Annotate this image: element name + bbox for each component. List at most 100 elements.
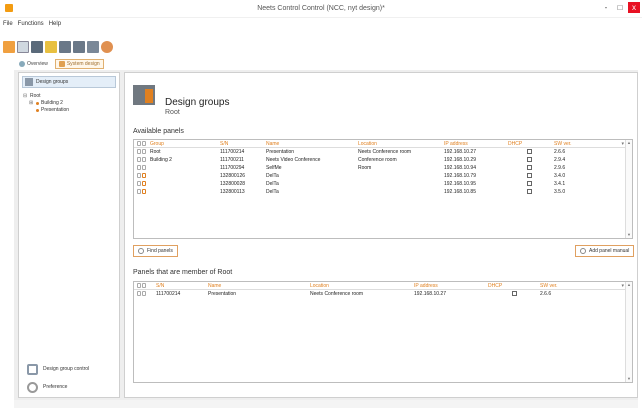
col-name[interactable]: Name — [266, 140, 279, 148]
scroll-up-icon[interactable]: ▲ — [626, 140, 632, 146]
dhcp-checkbox[interactable] — [527, 189, 532, 194]
panel-icon — [137, 157, 141, 162]
open-icon[interactable] — [17, 41, 29, 53]
window-title: Neets Control Control (NCC, nyt design)* — [257, 5, 385, 12]
close-button[interactable]: x — [628, 2, 640, 13]
panel-icon — [142, 149, 147, 154]
filter-icon[interactable] — [142, 283, 147, 288]
dhcp-checkbox[interactable] — [527, 173, 532, 178]
col-ip[interactable]: IP address — [444, 140, 468, 148]
tree-node-presentation[interactable]: Presentation — [23, 107, 115, 114]
col-location[interactable]: Location — [310, 282, 329, 290]
tools-icon[interactable] — [101, 41, 113, 53]
group-control-icon — [27, 363, 38, 375]
maximize-button[interactable]: □ — [614, 2, 626, 13]
panel-icon[interactable] — [87, 41, 99, 53]
warning-icon — [142, 173, 147, 178]
panel-icon — [137, 291, 141, 296]
col-swver[interactable]: SW ver. — [554, 140, 572, 148]
col-dhcp[interactable]: DHCP — [508, 140, 522, 148]
design-groups-header[interactable]: Design groups — [22, 76, 116, 88]
view-icon[interactable] — [137, 283, 141, 288]
available-panels-title: Available panels — [133, 128, 184, 135]
toolbar — [3, 38, 113, 56]
main-panel: Design groups Root Available panels Grou… — [124, 72, 638, 398]
dhcp-checkbox[interactable] — [527, 181, 532, 186]
col-sn[interactable]: S/N — [220, 140, 228, 148]
wizard-icon[interactable] — [45, 41, 57, 53]
member-panels-grid: S/N Name Location IP address DHCP SW ver… — [133, 281, 633, 383]
table-row[interactable]: 132800028 DelTa 192.168.10.95 3.4.1 — [134, 180, 632, 188]
view-icon[interactable] — [137, 141, 141, 146]
dhcp-checkbox[interactable] — [512, 291, 517, 296]
vertical-scrollbar[interactable]: ▲ ▼ — [625, 282, 632, 382]
add-panel-icon — [580, 248, 586, 254]
col-group[interactable]: Group — [150, 140, 164, 148]
scroll-down-icon[interactable]: ▼ — [626, 232, 632, 238]
table-row[interactable]: Root 111700214 Presentation Neets Confer… — [134, 148, 632, 156]
filter-icon[interactable] — [142, 141, 147, 146]
col-sn[interactable]: S/N — [156, 282, 164, 290]
download-icon[interactable] — [73, 41, 85, 53]
col-swver[interactable]: SW ver. — [540, 282, 558, 290]
design-groups-icon — [25, 78, 33, 86]
page-title: Design groups — [165, 97, 230, 108]
design-groups-large-icon — [133, 85, 155, 105]
dhcp-checkbox[interactable] — [527, 157, 532, 162]
panel-icon — [137, 189, 141, 194]
menu-help[interactable]: Help — [49, 21, 61, 27]
dhcp-checkbox[interactable] — [527, 149, 532, 154]
gear-icon — [27, 381, 38, 393]
page-subtitle: Root — [165, 109, 180, 116]
grid-header: S/N Name Location IP address DHCP SW ver… — [134, 282, 632, 290]
title-bar: Neets Control Control (NCC, nyt design)*… — [0, 0, 642, 18]
column-chooser-icon[interactable]: ▾ — [621, 282, 624, 290]
minimize-button[interactable]: - — [600, 2, 612, 13]
overview-icon — [19, 61, 25, 67]
group-tree: ⊟ Root ⊞ Building 2 Presentation — [19, 91, 119, 116]
panel-icon — [137, 173, 141, 178]
save-icon[interactable] — [31, 41, 43, 53]
scroll-down-icon[interactable]: ▼ — [626, 376, 632, 382]
group-icon — [36, 109, 39, 112]
vertical-scrollbar[interactable]: ▲ ▼ — [625, 140, 632, 238]
col-dhcp[interactable]: DHCP — [488, 282, 502, 290]
search-icon — [138, 248, 144, 254]
scroll-up-icon[interactable]: ▲ — [626, 282, 632, 288]
expand-icon[interactable]: ⊞ — [29, 100, 34, 107]
tab-system-design[interactable]: System design — [54, 59, 104, 69]
add-panel-manual-button[interactable]: Add panel manual — [575, 245, 635, 257]
column-chooser-icon[interactable]: ▾ — [621, 140, 624, 148]
panel-icon — [142, 165, 147, 170]
available-panels-grid: Group S/N Name Location IP address DHCP … — [133, 139, 633, 239]
col-ip[interactable]: IP address — [414, 282, 438, 290]
table-row[interactable]: 132800126 DelTa 192.168.10.79 3.4.0 — [134, 172, 632, 180]
tab-overview[interactable]: Overview — [16, 60, 51, 68]
member-panels-title: Panels that are member of Root — [133, 269, 233, 276]
panel-icon — [142, 157, 147, 162]
col-name[interactable]: Name — [208, 282, 221, 290]
panel-icon — [137, 181, 141, 186]
panel-icon — [137, 149, 141, 154]
col-location[interactable]: Location — [358, 140, 377, 148]
panel-icon — [142, 291, 147, 296]
menu-functions[interactable]: Functions — [18, 21, 44, 27]
menu-file[interactable]: File — [3, 21, 13, 27]
table-row[interactable]: 111700214 Presentation Neets Conference … — [134, 290, 632, 298]
preference-button[interactable]: Preference — [21, 379, 117, 395]
status-bar — [14, 400, 638, 408]
tree-node-building-2[interactable]: ⊞ Building 2 — [23, 100, 115, 107]
group-icon — [36, 102, 39, 105]
collapse-icon[interactable]: ⊟ — [23, 93, 28, 100]
upload-icon[interactable] — [59, 41, 71, 53]
new-icon[interactable] — [3, 41, 15, 53]
table-row[interactable]: 111700294 SelfMe Room 192.168.10.94 2.9.… — [134, 164, 632, 172]
tree-node-root[interactable]: ⊟ Root — [23, 93, 115, 100]
dhcp-checkbox[interactable] — [527, 165, 532, 170]
find-panels-button[interactable]: Find panels — [133, 245, 178, 257]
system-design-icon — [58, 61, 65, 67]
warning-icon — [142, 181, 147, 186]
table-row[interactable]: Building 2 111700211 Neets Video Confere… — [134, 156, 632, 164]
table-row[interactable]: 132800113 DelTa 192.168.10.85 3.5.0 — [134, 188, 632, 196]
design-group-control-button[interactable]: Design group control — [21, 361, 117, 377]
